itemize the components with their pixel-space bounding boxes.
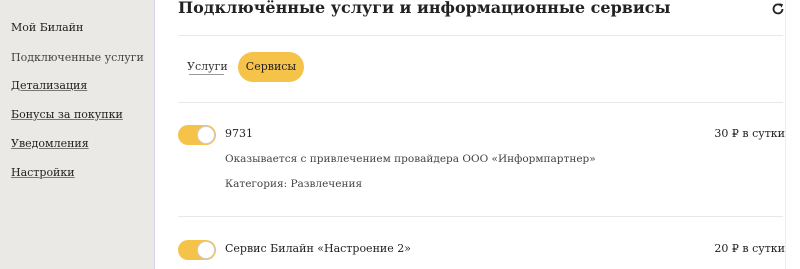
service-toggle[interactable] (178, 240, 216, 260)
service-price: 30 ₽ в сутки (714, 127, 785, 140)
toggle-knob (197, 241, 215, 259)
sidebar-item-connected-services[interactable]: Подключенные услуги (11, 51, 144, 65)
sidebar-item-my-beeline[interactable]: Мой Билайн (11, 21, 83, 35)
service-category: Категория: Развлечения (225, 178, 363, 190)
tab-serv[interactable]: Сервисы (238, 52, 304, 82)
tab-services-label: Услуги (187, 60, 228, 73)
tab-services[interactable]: Услуги (187, 52, 228, 82)
divider (178, 102, 783, 103)
service-toggle[interactable] (178, 125, 216, 145)
page-title: Подключённые услуги и информационные сер… (178, 0, 671, 17)
divider (178, 216, 783, 217)
service-provider: Оказывается с привлечением провайдера ОО… (225, 153, 596, 165)
sidebar-item-notifications[interactable]: Уведомления (11, 137, 89, 151)
tab-serv-label: Сервисы (245, 60, 297, 73)
sidebar-item-settings[interactable]: Настройки (11, 166, 75, 180)
main-content: Подключённые услуги и информационные сер… (155, 0, 800, 269)
sidebar-item-bonuses[interactable]: Бонусы за покупки (11, 108, 123, 122)
divider (178, 35, 783, 36)
service-price: 20 ₽ в сутки (714, 242, 785, 255)
service-name: Сервис Билайн «Настроение 2» (225, 242, 411, 255)
sidebar-item-details[interactable]: Детализация (11, 79, 87, 93)
service-name: 9731 (225, 127, 253, 140)
tab-underline (189, 74, 224, 75)
sidebar: Мой Билайн Подключенные услуги Детализац… (0, 0, 155, 269)
toggle-knob (197, 126, 215, 144)
scroll-edge (785, 0, 786, 269)
